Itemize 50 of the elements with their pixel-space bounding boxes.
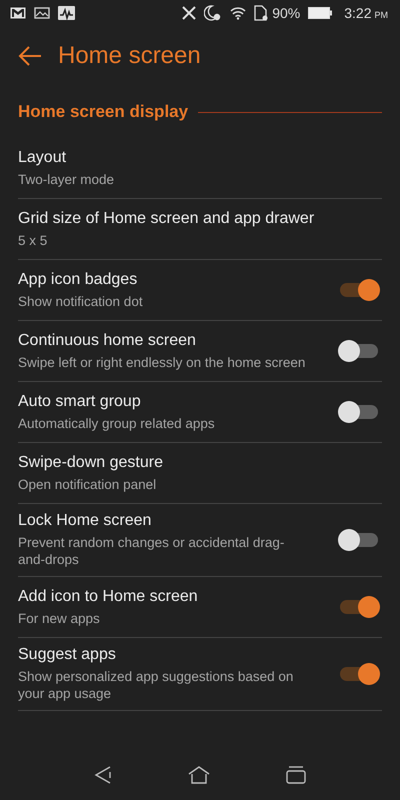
setting-subtitle: Open notification panel: [18, 476, 158, 492]
toggle-switch[interactable]: [338, 338, 380, 364]
setting-title: Swipe-down gesture: [18, 454, 164, 472]
setting-title: Continuous home screen: [18, 332, 197, 350]
setting-subtitle: For new apps: [18, 610, 101, 626]
setting-subtitle: Prevent random changes or accidental drag-and-drops: [18, 534, 286, 568]
setting-title: Layout: [18, 148, 68, 166]
setting-subtitle: Show notification dot: [18, 292, 144, 310]
setting-subtitle: Show personalized app suggestions based on your app usage: [18, 668, 294, 702]
section-title: Home screen display: [18, 102, 188, 122]
setting-row[interactable]: Swipe-down gesture Open notification panel: [18, 443, 382, 504]
toggle-switch[interactable]: [338, 594, 380, 620]
setting-title: Lock Home screen: [18, 512, 152, 530]
setting-row[interactable]: Add icon to Home screen For new apps: [18, 577, 382, 638]
setting-row[interactable]: Layout Two-layer mode: [18, 138, 382, 199]
wifi-icon: [230, 6, 246, 20]
setting-row[interactable]: Auto smart group Automatically group related apps: [18, 382, 382, 443]
home-icon[interactable]: [188, 766, 210, 784]
setting-subtitle: 5 x 5: [18, 232, 48, 248]
sd-card-icon: [254, 5, 268, 21]
toggle-switch[interactable]: [338, 399, 380, 425]
setting-row[interactable]: Grid size of Home screen and app drawer 5 x 5: [18, 199, 382, 260]
mail-icon: [10, 7, 26, 19]
setting-title: Add icon to Home screen: [18, 588, 199, 606]
clock-suffix: PM: [374, 10, 388, 20]
setting-row[interactable]: Lock Home screen Prevent random changes or accidental drag-and-drops: [18, 504, 382, 577]
setting-subtitle: Two-layer mode: [18, 170, 116, 188]
back-button[interactable]: [16, 44, 44, 68]
battery-icon: [308, 7, 332, 19]
setting-title: Auto smart group: [18, 392, 142, 410]
clock: 3:22: [344, 5, 372, 21]
toggle-switch[interactable]: [338, 661, 380, 687]
moon-alarm-icon: [204, 5, 222, 21]
x-icon: [182, 6, 196, 20]
recents-icon[interactable]: [286, 766, 306, 784]
setting-row[interactable]: App icon badges Show notification dot: [18, 260, 382, 321]
back-icon[interactable]: [94, 766, 112, 784]
toggle-switch[interactable]: [338, 277, 380, 303]
image-icon: [34, 7, 50, 19]
setting-title: App icon badges: [18, 270, 138, 288]
activity-icon: [58, 6, 75, 20]
setting-row[interactable]: Suggest apps Show personalized app suggestions based on your app usage: [18, 638, 382, 711]
setting-title: Suggest apps: [18, 646, 117, 664]
battery-percent: 90%: [272, 5, 300, 21]
page-title: Home screen: [58, 42, 201, 70]
setting-subtitle: Swipe left or right endlessly on the home screen: [18, 354, 306, 370]
setting-subtitle: Automatically group related apps: [18, 414, 216, 432]
setting-title: Grid size of Home screen and app drawer: [18, 210, 316, 228]
toggle-switch[interactable]: [338, 527, 380, 553]
setting-row[interactable]: Continuous home screen Swipe left or right endlessly on the home screen: [18, 321, 382, 382]
